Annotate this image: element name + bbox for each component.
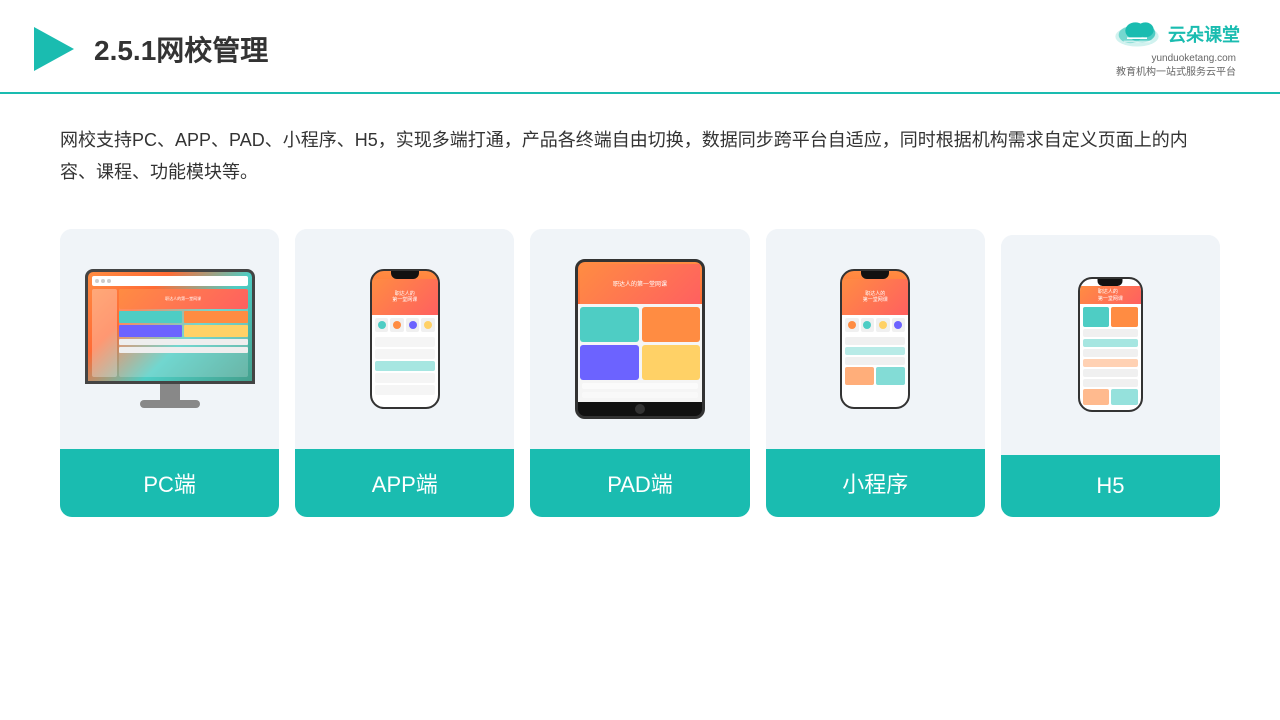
phone-banner-mini: 职达人的第一堂网课 bbox=[842, 279, 908, 315]
tablet-content-grid bbox=[580, 307, 700, 380]
monitor-base bbox=[140, 400, 200, 408]
page: 2.5.1网校管理 云朵课堂 yunduoketang.com bbox=[0, 0, 1280, 720]
card-h5: 职达人的第一堂网课 bbox=[1001, 235, 1220, 517]
phone-list-item bbox=[375, 361, 435, 371]
grid-item-mini bbox=[892, 318, 906, 332]
card-app: 职达人的第一堂网课 bbox=[295, 229, 514, 517]
header-left: 2.5.1网校管理 bbox=[30, 25, 268, 73]
screen-mini-grid bbox=[1083, 307, 1138, 327]
cloud-icon bbox=[1112, 18, 1162, 50]
phone-banner-text-mini: 职达人的第一堂网课 bbox=[863, 291, 888, 303]
phone-h5-screen: 职达人的第一堂网课 bbox=[1080, 279, 1141, 410]
phone-grid bbox=[372, 315, 438, 335]
screen-row bbox=[1083, 369, 1138, 377]
screen-mini-card bbox=[1083, 307, 1110, 327]
tablet-screen: 职达人的第一堂网课 bbox=[578, 262, 702, 402]
logo-url: yunduoketang.com bbox=[1151, 53, 1236, 64]
phone-grid-mini bbox=[842, 315, 908, 335]
logo-cloud: 云朵课堂 bbox=[1112, 18, 1240, 50]
phone-notch-mini bbox=[861, 271, 889, 279]
monitor-sidebar bbox=[92, 289, 117, 377]
cards-container: 职达人的第一堂网课 bbox=[60, 229, 1220, 517]
grid-item-mini bbox=[861, 318, 875, 332]
monitor: 职达人的第一堂网课 bbox=[85, 269, 255, 384]
h5-image-area: 职达人的第一堂网课 bbox=[1001, 235, 1220, 455]
phone-notch bbox=[391, 271, 419, 279]
phone-list-item bbox=[375, 373, 435, 383]
app-label: APP端 bbox=[295, 449, 514, 517]
tablet-banner: 职达人的第一堂网课 bbox=[580, 264, 700, 304]
phone-list-item bbox=[375, 349, 435, 359]
app-image-area: 职达人的第一堂网课 bbox=[295, 229, 514, 449]
screen-header-text: 职达人的第一堂网课 bbox=[1098, 288, 1123, 302]
screen-row bbox=[1083, 329, 1138, 337]
screen-row-teal bbox=[1083, 339, 1138, 347]
monitor-stand bbox=[160, 384, 180, 400]
description: 网校支持PC、APP、PAD、小程序、H5，实现多端打通，产品各终端自由切换，数… bbox=[60, 124, 1220, 189]
tablet-home-btn bbox=[635, 404, 645, 414]
logo-sub: yunduoketang.com 教育机构一站式服务云平台 bbox=[1116, 52, 1236, 80]
monitor-topbar bbox=[92, 276, 248, 286]
miniprogram-label: 小程序 bbox=[766, 449, 985, 517]
logo-sub-text: 教育机构一站式服务云平台 bbox=[1116, 67, 1236, 78]
phone-mini: 职达人的第一堂网课 bbox=[840, 269, 910, 409]
pc-label: PC端 bbox=[60, 449, 279, 517]
grid-item-mini bbox=[845, 318, 859, 332]
pc-image-area: 职达人的第一堂网课 bbox=[60, 229, 279, 449]
monitor-dot bbox=[95, 279, 99, 283]
monitor-dot bbox=[107, 279, 111, 283]
tablet-card bbox=[580, 307, 639, 342]
grid-item bbox=[390, 318, 404, 332]
screen-mini-card bbox=[1111, 307, 1138, 327]
grid-item bbox=[406, 318, 420, 332]
pad-image-area: 职达人的第一堂网课 bbox=[530, 229, 749, 449]
play-icon bbox=[30, 25, 78, 73]
phone-h5: 职达人的第一堂网课 bbox=[1078, 277, 1143, 412]
monitor-main: 职达人的第一堂网课 bbox=[119, 289, 248, 377]
grid-item bbox=[421, 318, 435, 332]
tablet: 职达人的第一堂网课 bbox=[575, 259, 705, 419]
card-pc: 职达人的第一堂网课 bbox=[60, 229, 279, 517]
screen-header: 职达人的第一堂网课 bbox=[1080, 286, 1141, 304]
logo-area: 云朵课堂 yunduoketang.com 教育机构一站式服务云平台 bbox=[1112, 18, 1240, 80]
pad-label: PAD端 bbox=[530, 449, 749, 517]
monitor-wrap: 职达人的第一堂网课 bbox=[85, 269, 255, 408]
card-miniprogram: 职达人的第一堂网课 bbox=[766, 229, 985, 517]
phone-screen: 职达人的第一堂网课 bbox=[372, 271, 438, 407]
tablet-banner-text: 职达人的第一堂网课 bbox=[613, 279, 667, 288]
monitor-content: 职达人的第一堂网课 bbox=[92, 289, 248, 377]
miniprogram-image-area: 职达人的第一堂网课 bbox=[766, 229, 985, 449]
tablet-card bbox=[642, 307, 701, 342]
screen-row-orange bbox=[1083, 359, 1138, 367]
phone-banner: 职达人的第一堂网课 bbox=[372, 279, 438, 315]
screen-row bbox=[1083, 349, 1138, 357]
phone-h5-notch bbox=[1098, 279, 1123, 286]
grid-item-mini bbox=[876, 318, 890, 332]
phone-app: 职达人的第一堂网课 bbox=[370, 269, 440, 409]
grid-item bbox=[375, 318, 389, 332]
monitor-dot bbox=[101, 279, 105, 283]
screen-body bbox=[1080, 304, 1141, 408]
phone-screen-mini: 职达人的第一堂网课 bbox=[842, 271, 908, 407]
phone-list-item bbox=[375, 385, 435, 395]
logo-name: 云朵课堂 bbox=[1168, 21, 1240, 47]
phone-screen-content: 职达人的第一堂网课 bbox=[372, 279, 438, 407]
main-content: 网校支持PC、APP、PAD、小程序、H5，实现多端打通，产品各终端自由切换，数… bbox=[0, 94, 1280, 720]
phone-banner-text: 职达人的第一堂网课 bbox=[392, 291, 417, 303]
card-pad: 职达人的第一堂网课 bbox=[530, 229, 749, 517]
header: 2.5.1网校管理 云朵课堂 yunduoketang.com bbox=[0, 0, 1280, 94]
monitor-screen: 职达人的第一堂网课 bbox=[88, 272, 252, 381]
phone-screen-content-mini: 职达人的第一堂网课 bbox=[842, 279, 908, 407]
tablet-card bbox=[580, 345, 639, 380]
phone-list-item bbox=[375, 337, 435, 347]
tablet-card bbox=[642, 345, 701, 380]
h5-label: H5 bbox=[1001, 455, 1220, 517]
screen-row bbox=[1083, 379, 1138, 387]
page-title: 2.5.1网校管理 bbox=[94, 29, 268, 69]
